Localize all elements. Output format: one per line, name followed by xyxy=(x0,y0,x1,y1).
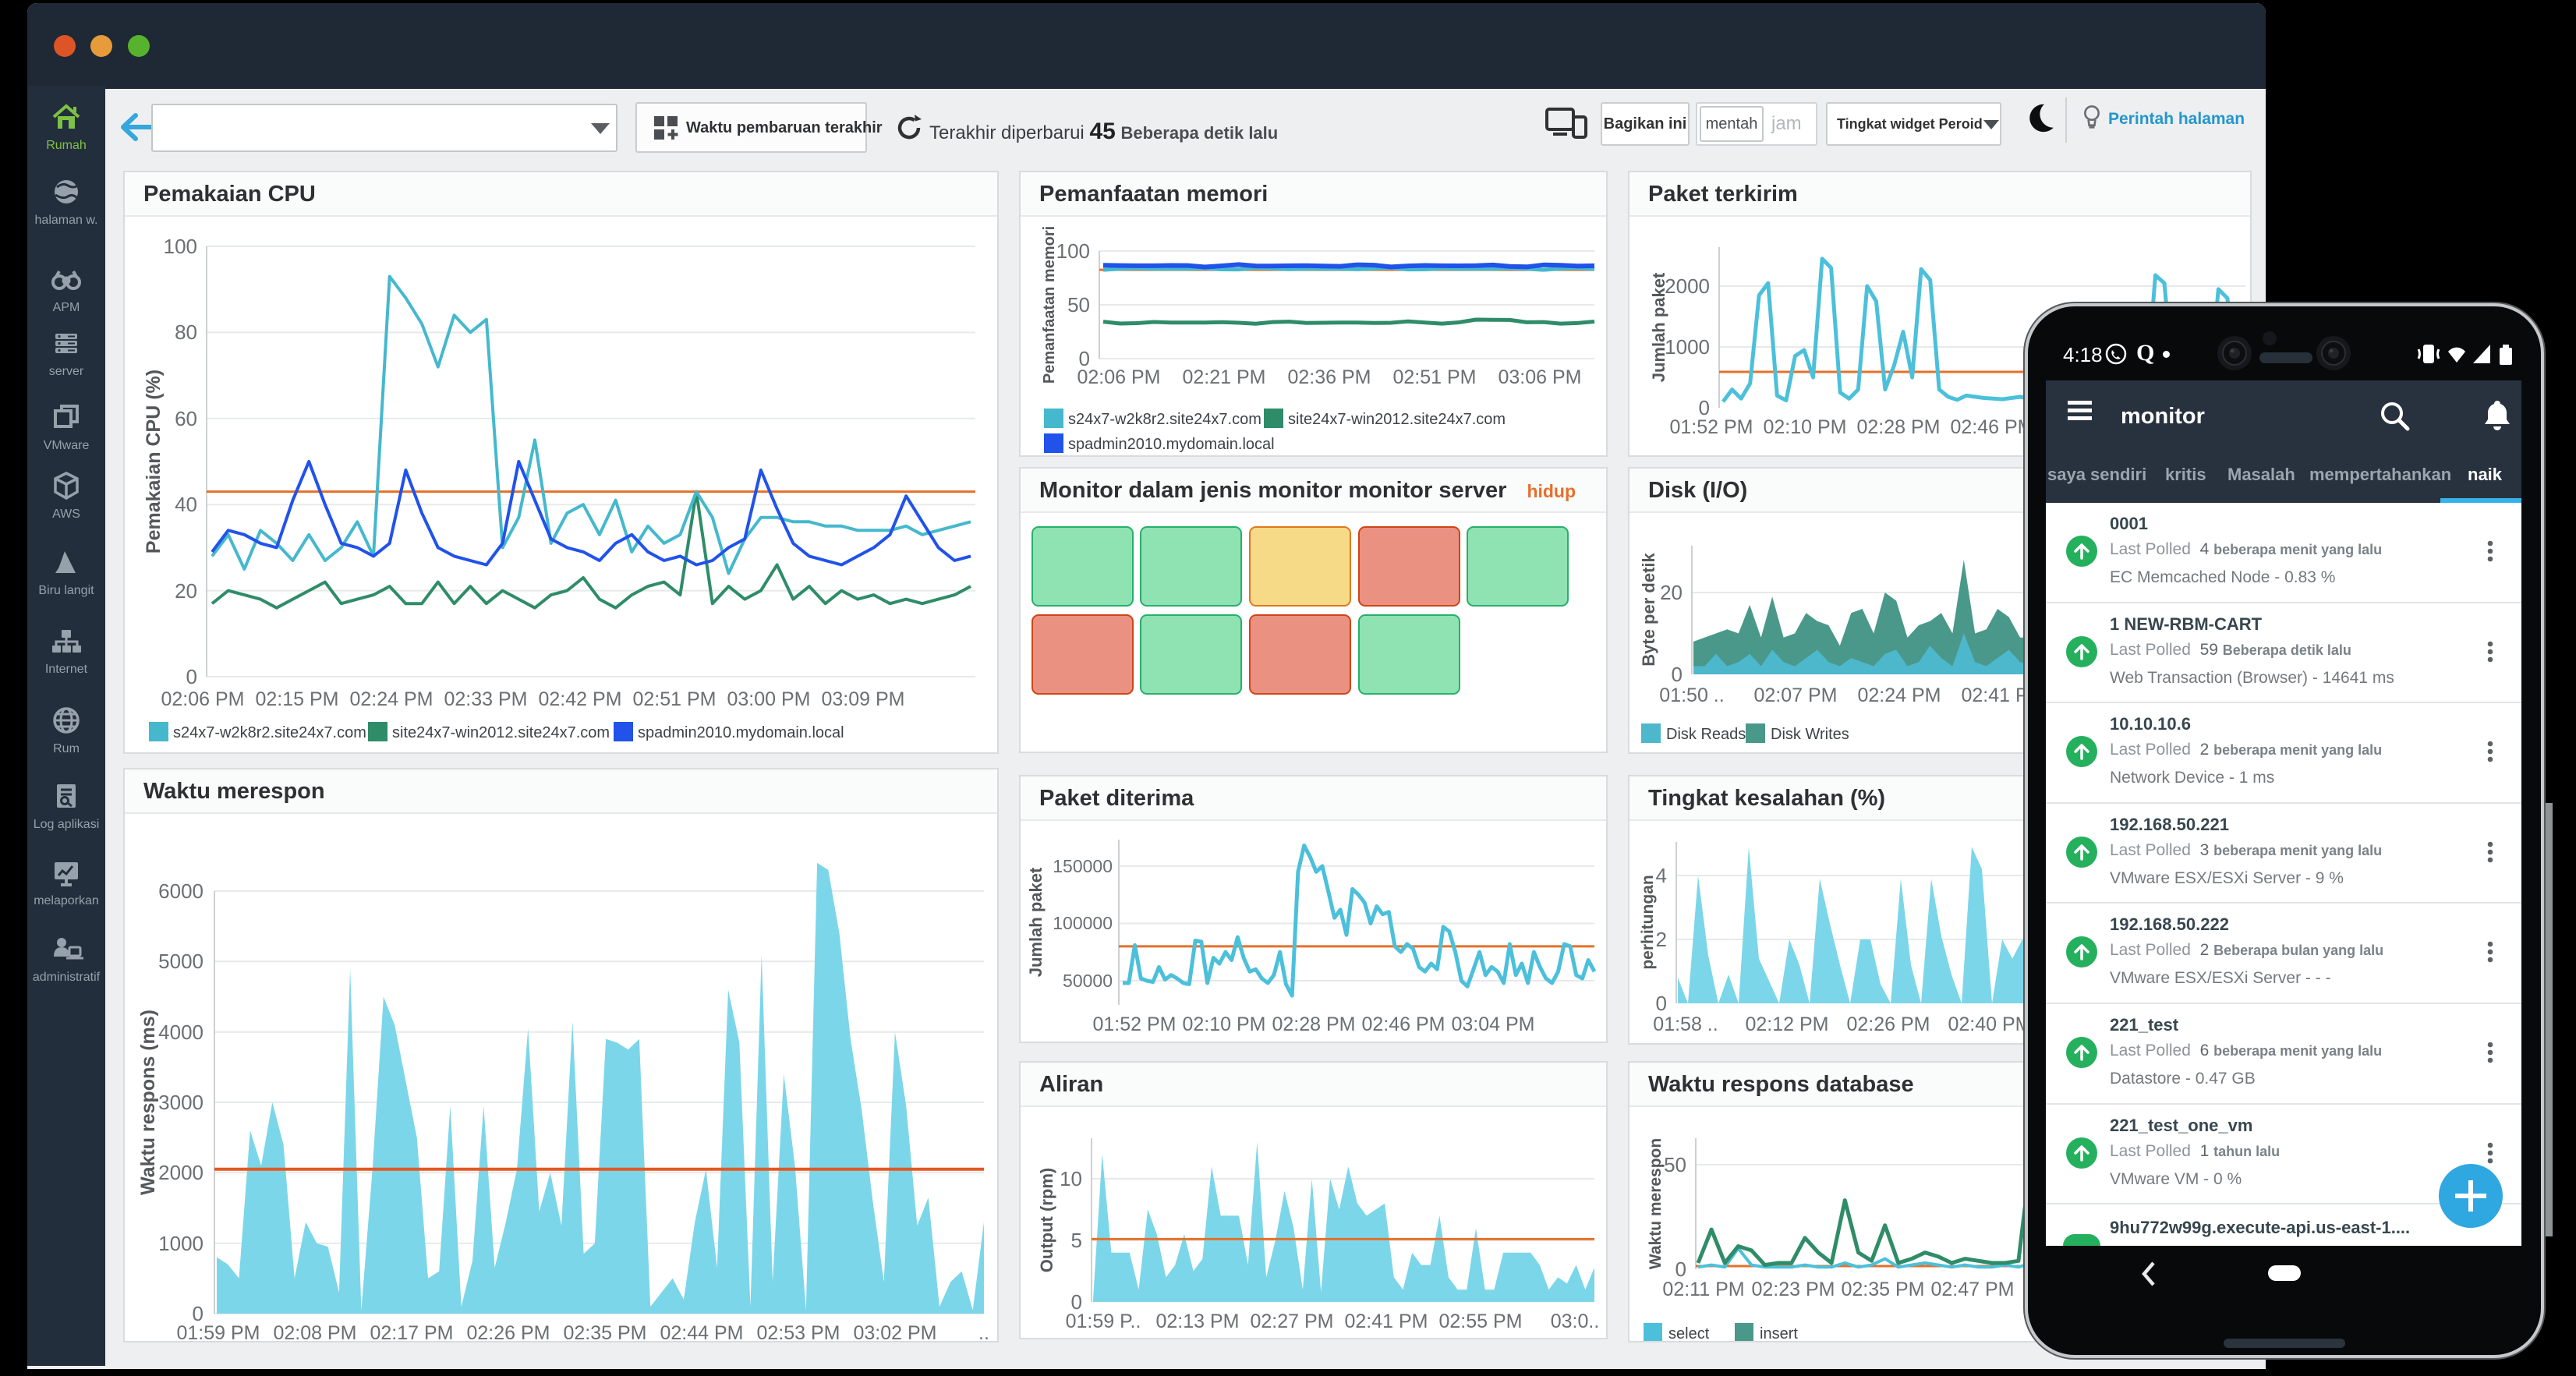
svg-text:02:51 PM: 02:51 PM xyxy=(632,688,716,710)
svg-text:..: .. xyxy=(978,1322,989,1341)
svg-text:02:23 PM: 02:23 PM xyxy=(1751,1279,1835,1300)
svg-text:Disk Writes: Disk Writes xyxy=(1771,726,1849,743)
svg-text:01:52 PM: 01:52 PM xyxy=(1092,1013,1176,1035)
svg-text:60: 60 xyxy=(175,407,197,430)
svg-text:02:55 PM: 02:55 PM xyxy=(1438,1311,1522,1332)
svg-text:Disk Reads: Disk Reads xyxy=(1666,726,1746,743)
svg-text:02:46 PM: 02:46 PM xyxy=(1361,1013,1445,1035)
svg-text:03:04 PM: 03:04 PM xyxy=(1451,1013,1534,1035)
svg-text:02:24 PM: 02:24 PM xyxy=(349,688,433,710)
svg-text:01:59 PM: 01:59 PM xyxy=(176,1322,260,1341)
svg-text:4: 4 xyxy=(1656,864,1667,887)
svg-text:02:06 PM: 02:06 PM xyxy=(161,688,244,710)
svg-text:site24x7-win2012.site24x7.com: site24x7-win2012.site24x7.com xyxy=(1288,411,1506,428)
svg-text:Waktu merespon: Waktu merespon xyxy=(1647,1138,1665,1269)
svg-text:03:02 PM: 03:02 PM xyxy=(853,1322,936,1341)
svg-text:1000: 1000 xyxy=(158,1232,203,1255)
svg-text:20: 20 xyxy=(175,579,197,603)
svg-text:03:0..: 03:0.. xyxy=(1551,1311,1600,1332)
svg-text:50: 50 xyxy=(1664,1153,1686,1176)
svg-text:02:53 PM: 02:53 PM xyxy=(756,1322,840,1341)
svg-text:site24x7-win2012.site24x7.com: site24x7-win2012.site24x7.com xyxy=(392,724,610,741)
svg-text:02:10 PM: 02:10 PM xyxy=(1763,416,1846,438)
svg-text:02:28 PM: 02:28 PM xyxy=(1856,416,1940,438)
svg-text:80: 80 xyxy=(175,320,197,344)
svg-text:2000: 2000 xyxy=(1665,274,1710,298)
svg-text:02:24 PM: 02:24 PM xyxy=(1857,684,1941,706)
svg-text:02:26 PM: 02:26 PM xyxy=(466,1322,550,1341)
svg-text:150000: 150000 xyxy=(1053,856,1113,876)
svg-text:0: 0 xyxy=(1672,663,1683,686)
svg-text:Byte per detik: Byte per detik xyxy=(1639,552,1658,666)
svg-text:02:12 PM: 02:12 PM xyxy=(1745,1013,1828,1035)
svg-text:Pemakaian CPU (%): Pemakaian CPU (%) xyxy=(143,370,165,554)
svg-text:02:06 PM: 02:06 PM xyxy=(1077,366,1160,388)
svg-text:02:35 PM: 02:35 PM xyxy=(563,1322,646,1341)
svg-text:5: 5 xyxy=(1071,1229,1082,1252)
svg-text:0: 0 xyxy=(186,665,197,688)
svg-text:2: 2 xyxy=(1656,928,1667,951)
svg-text:5000: 5000 xyxy=(158,950,203,973)
svg-text:02:15 PM: 02:15 PM xyxy=(255,688,338,710)
svg-text:02:11 PM: 02:11 PM xyxy=(1662,1279,1744,1300)
svg-text:spadmin2010.mydomain.local: spadmin2010.mydomain.local xyxy=(1068,436,1275,453)
svg-text:6000: 6000 xyxy=(158,879,203,903)
svg-text:100: 100 xyxy=(164,235,197,258)
svg-text:3000: 3000 xyxy=(158,1091,203,1114)
svg-text:01:50 ..: 01:50 .. xyxy=(1659,684,1724,706)
svg-text:02:35 PM: 02:35 PM xyxy=(1841,1279,1924,1300)
svg-text:02:51 PM: 02:51 PM xyxy=(1392,366,1476,388)
svg-text:Waktu respons (ms): Waktu respons (ms) xyxy=(137,1010,159,1195)
svg-text:03:09 PM: 03:09 PM xyxy=(821,688,904,710)
svg-text:02:17 PM: 02:17 PM xyxy=(370,1322,453,1341)
svg-text:s24x7-w2k8r2.site24x7.com: s24x7-w2k8r2.site24x7.com xyxy=(1068,411,1261,428)
svg-text:perhitungan: perhitungan xyxy=(1639,875,1657,969)
svg-text:02:21 PM: 02:21 PM xyxy=(1182,366,1265,388)
svg-text:Jumlah paket: Jumlah paket xyxy=(1026,867,1046,977)
svg-text:02:46 PM: 02:46 PM xyxy=(1950,416,2033,438)
svg-text:100000: 100000 xyxy=(1053,913,1113,933)
svg-text:Output (rpm): Output (rpm) xyxy=(1037,1168,1056,1272)
svg-text:0: 0 xyxy=(1656,992,1667,1015)
svg-text:2000: 2000 xyxy=(158,1161,203,1184)
svg-text:100: 100 xyxy=(1056,239,1090,263)
svg-text:02:10 PM: 02:10 PM xyxy=(1182,1013,1265,1035)
svg-text:02:08 PM: 02:08 PM xyxy=(273,1322,356,1341)
svg-text:50: 50 xyxy=(1067,293,1090,317)
svg-text:select: select xyxy=(1668,1325,1710,1341)
svg-text:02:28 PM: 02:28 PM xyxy=(1272,1013,1355,1035)
svg-text:02:44 PM: 02:44 PM xyxy=(660,1322,743,1341)
svg-text:4000: 4000 xyxy=(158,1021,203,1044)
svg-text:02:27 PM: 02:27 PM xyxy=(1250,1311,1333,1332)
svg-text:02:13 PM: 02:13 PM xyxy=(1155,1311,1239,1332)
svg-text:03:06 PM: 03:06 PM xyxy=(1498,366,1581,388)
svg-text:02:40 PM: 02:40 PM xyxy=(1948,1013,2031,1035)
svg-text:02:36 PM: 02:36 PM xyxy=(1287,366,1371,388)
svg-text:Jumlah paket: Jumlah paket xyxy=(1649,272,1668,382)
svg-text:insert: insert xyxy=(1760,1325,1798,1341)
svg-text:01:58 ..: 01:58 .. xyxy=(1653,1013,1718,1035)
svg-text:01:59 P..: 01:59 P.. xyxy=(1066,1311,1141,1332)
svg-text:03:00 PM: 03:00 PM xyxy=(727,688,810,710)
svg-text:10: 10 xyxy=(1060,1167,1082,1190)
svg-text:50000: 50000 xyxy=(1063,971,1113,991)
svg-text:s24x7-w2k8r2.site24x7.com: s24x7-w2k8r2.site24x7.com xyxy=(173,724,366,741)
svg-text:Pemanfaatan memori: Pemanfaatan memori xyxy=(1041,226,1058,384)
svg-text:02:33 PM: 02:33 PM xyxy=(444,688,527,710)
svg-text:02:07 PM: 02:07 PM xyxy=(1753,684,1837,706)
svg-text:40: 40 xyxy=(175,493,197,516)
svg-text:02:41 PM: 02:41 PM xyxy=(1344,1311,1428,1332)
svg-text:02:26 PM: 02:26 PM xyxy=(1846,1013,1930,1035)
svg-text:0: 0 xyxy=(1675,1258,1686,1281)
svg-text:1000: 1000 xyxy=(1665,335,1710,359)
svg-text:02:47 PM: 02:47 PM xyxy=(1930,1279,2014,1300)
svg-text:02:42 PM: 02:42 PM xyxy=(538,688,621,710)
svg-text:01:52 PM: 01:52 PM xyxy=(1669,416,1753,438)
svg-text:20: 20 xyxy=(1660,581,1683,604)
svg-text:spadmin2010.mydomain.local: spadmin2010.mydomain.local xyxy=(638,724,844,741)
